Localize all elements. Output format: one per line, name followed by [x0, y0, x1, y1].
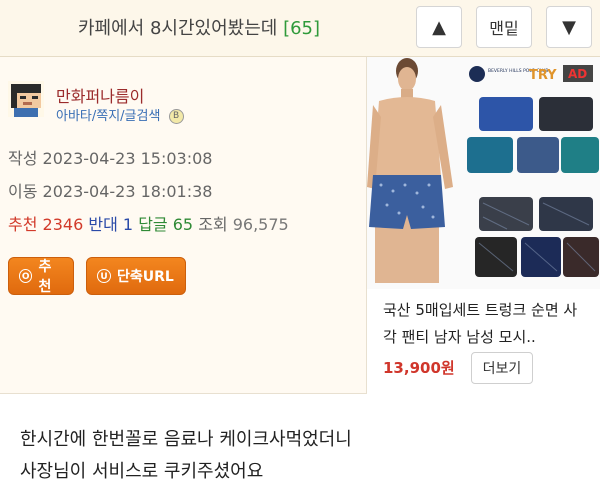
recommend-button[interactable]: O 추천 — [8, 257, 74, 295]
up-arrow-icon: ▲ — [432, 16, 446, 38]
post-body-line-2: 사장님이 서비스로 쿠키주셨어요 — [20, 461, 264, 482]
recommend-icon: O — [19, 269, 33, 283]
brand-b-text: TRY — [529, 68, 557, 83]
short-url-button[interactable]: U 단축URL — [86, 257, 186, 295]
down-arrow-icon: ▼ — [562, 16, 576, 38]
reply-count: 65 — [172, 215, 194, 234]
ad-title[interactable]: 국산 5매입세트 트렁크 순면 사 각 팬티 남자 남성 모시.. — [383, 297, 588, 351]
author-nickname[interactable]: 만화퍼나름이 — [56, 83, 144, 107]
post-stats: 추천 2346 반대 1 답글 65 조회 96,575 — [8, 211, 289, 235]
brand-c-text: AD — [568, 67, 587, 81]
post-body: 한시간에 한번꼴로 음료나 케이크사먹었더니 사장님이 서비스로 쿠키주셨어요 — [20, 424, 352, 488]
moved-date: 이동 2023-04-23 18:01:38 — [8, 182, 213, 201]
oppose-count: 1 — [122, 215, 134, 234]
ad-product-image[interactable]: BEVERLY HILLS POLO CLUB TRY AD — [367, 57, 600, 289]
ad-more-button[interactable]: 더보기 — [471, 352, 533, 384]
reply-label: 답글 — [138, 215, 168, 234]
short-url-button-label: 단축URL — [117, 269, 174, 285]
view-count: 96,575 — [232, 215, 289, 234]
scroll-up-button[interactable]: ▲ — [416, 6, 462, 48]
avatar[interactable] — [8, 81, 44, 117]
post-title: 카페에서 8시간있어봤는데 [65] — [78, 14, 320, 40]
level-badge-icon: B — [168, 109, 184, 124]
author-info-panel: 만화퍼나름이 아바타/쪽지/글검색 B 작성 2023-04-23 15:03:… — [0, 57, 367, 394]
go-bottom-button[interactable]: 맨밑 — [476, 6, 532, 48]
short-url-icon: U — [97, 269, 111, 283]
profile-links[interactable]: 아바타/쪽지/글검색 B — [56, 105, 184, 124]
ad-price: 13,900원 — [383, 359, 455, 377]
recommend-button-label: 추천 — [38, 259, 52, 295]
oppose-label: 반대 — [88, 215, 118, 234]
recommend-label: 추천 — [8, 215, 38, 234]
recommend-count: 2346 — [42, 215, 84, 234]
ad-panel[interactable]: BEVERLY HILLS POLO CLUB TRY AD 국산 5매입세트 … — [367, 57, 600, 393]
profile-links-text[interactable]: 아바타/쪽지/글검색 — [56, 109, 160, 124]
post-title-text: 카페에서 8시간있어봤는데 — [78, 18, 278, 39]
comment-count[interactable]: [65] — [283, 18, 320, 39]
view-label: 조회 — [198, 215, 228, 234]
scroll-down-button[interactable]: ▼ — [546, 6, 592, 48]
post-body-line-1: 한시간에 한번꼴로 음료나 케이크사먹었더니 — [20, 429, 352, 450]
written-date: 작성 2023-04-23 15:03:08 — [8, 149, 213, 168]
post-header: 카페에서 8시간있어봤는데 [65] ▲ 맨밑 ▼ — [0, 0, 600, 57]
